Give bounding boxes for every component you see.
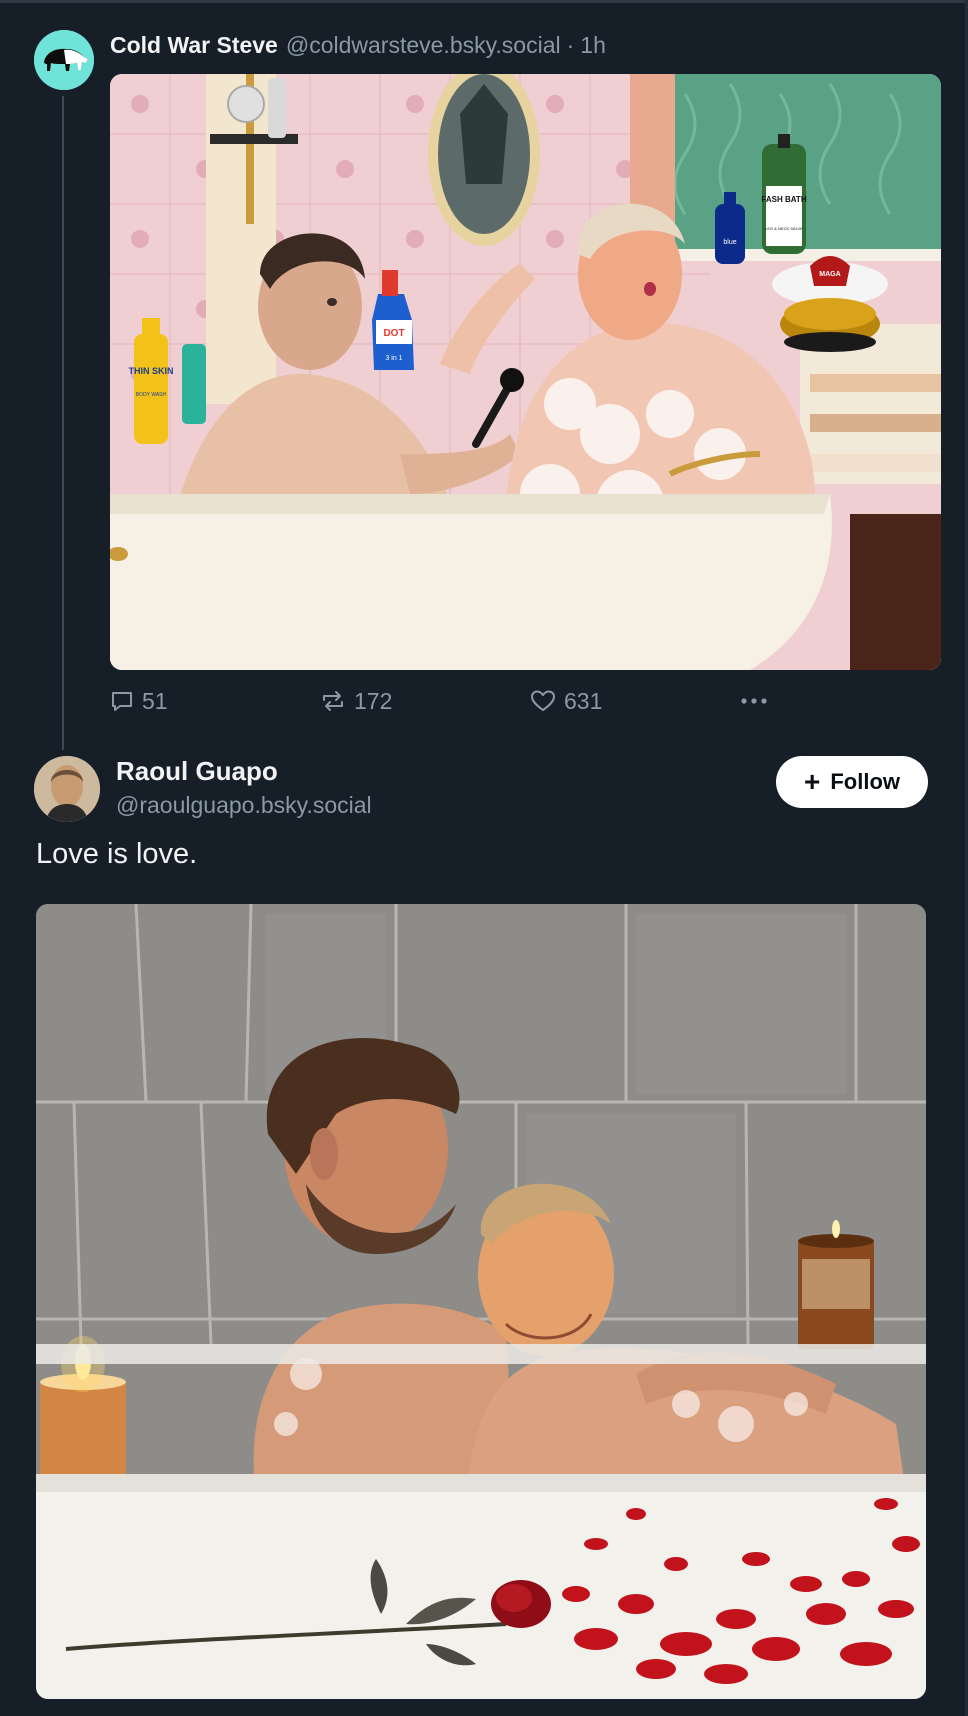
post-actions-bar: 51 172 631	[110, 684, 790, 718]
repost-count: 172	[354, 687, 393, 714]
post-header: Cold War Steve @coldwarsteve.bsky.social…	[110, 30, 606, 60]
heart-icon	[531, 690, 555, 711]
like-count: 631	[564, 687, 603, 714]
profile-photo-icon	[34, 756, 100, 822]
more-options-button[interactable]	[740, 684, 776, 718]
author-name[interactable]: Raoul Guapo	[116, 756, 278, 787]
thin-skin-sublabel: BODY WASH	[136, 392, 167, 398]
author-handle[interactable]: @coldwarsteve.bsky.social	[286, 32, 561, 59]
post-timestamp[interactable]: 1h	[580, 32, 606, 59]
post-image[interactable]	[36, 904, 926, 1699]
dot-bottle-label: DOT	[383, 328, 404, 339]
fash-bath-sublabel: LEG & NECK SALVE	[765, 226, 803, 231]
cap-badge-text: MAGA	[819, 271, 840, 278]
bathtub-photo-illustration	[36, 904, 926, 1699]
reply-count: 51	[142, 687, 168, 714]
repost-icon	[323, 691, 343, 711]
reply-button[interactable]: 51	[110, 684, 168, 718]
avatar[interactable]	[34, 756, 100, 822]
fash-bath-label: FASH BATH	[761, 195, 806, 204]
like-button[interactable]: 631	[530, 684, 602, 718]
reply-icon	[112, 692, 132, 711]
separator-dot: ·	[566, 31, 575, 58]
post-text: Love is love.	[36, 838, 198, 870]
author-name[interactable]: Cold War Steve	[110, 32, 278, 59]
follow-label: Follow	[830, 769, 900, 794]
more-icon	[741, 698, 767, 704]
post-image[interactable]: FASH BATH LEG & NECK SALVE blue MAGA THI…	[110, 74, 941, 670]
bathtub-collage-illustration: FASH BATH LEG & NECK SALVE blue MAGA THI…	[110, 74, 941, 670]
repost-button[interactable]: 172	[320, 684, 392, 718]
follow-button[interactable]: + Follow	[776, 756, 928, 808]
avatar[interactable]	[34, 30, 94, 90]
thin-skin-label: THIN SKIN	[129, 366, 174, 376]
window-top-border	[0, 0, 968, 3]
plus-icon: +	[803, 766, 821, 797]
blue-bottle-label: blue	[723, 239, 736, 246]
thread-connector-line	[62, 96, 64, 750]
tapir-logo-icon	[34, 30, 94, 90]
author-handle[interactable]: @raoulguapo.bsky.social	[116, 792, 372, 819]
dot-bottle-sublabel: 3 in 1	[385, 355, 402, 362]
